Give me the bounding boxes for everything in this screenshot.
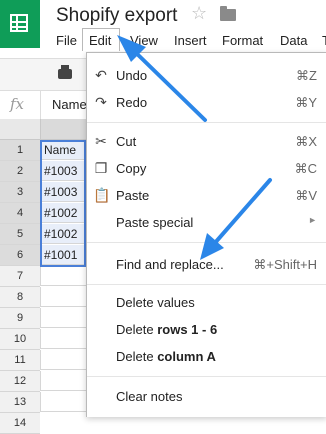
print-icon[interactable] [58,65,72,79]
menu-item-paste[interactable]: 📋 Paste ⌘V [87,183,326,207]
menu-divider [87,242,326,243]
row-header[interactable]: 11 [0,350,40,371]
redo-label: Redo [116,95,148,110]
row-header[interactable]: 7 [0,266,40,287]
menu-item-delete-rows[interactable]: Delete rows 1 - 6 [87,317,326,341]
cell-a11[interactable] [40,350,86,370]
menu-file[interactable]: File [56,33,77,48]
delete-rows-label: Delete rows 1 - 6 [116,322,217,337]
menu-item-copy[interactable]: ❐ Copy ⌘C [87,156,326,180]
cut-label: Cut [116,134,137,149]
select-all-corner[interactable] [0,119,40,140]
cell-a8[interactable] [40,287,86,307]
cell-a2[interactable]: #1003 [40,161,86,181]
redo-shortcut: ⌘Y [295,95,317,110]
cell-a7[interactable] [40,266,86,286]
delete-column-prefix: Delete [116,349,158,364]
redo-icon: ↷ [95,94,107,110]
paste-shortcut: ⌘V [295,188,317,203]
document-title[interactable]: Shopify export [56,5,177,27]
cell-a1[interactable]: Name [40,140,86,160]
row-header[interactable]: 9 [0,308,40,329]
cell-a9[interactable] [40,308,86,328]
menu-divider [87,122,326,123]
sheets-logo-icon[interactable] [0,0,40,48]
find-replace-label: Find and replace... [116,257,224,272]
paste-icon: 📋 [93,187,111,203]
sheets-logo-grid [10,14,28,32]
menu-item-delete-values[interactable]: Delete values [87,290,326,314]
row-header[interactable]: 14 [0,413,40,434]
star-icon[interactable]: ☆ [191,3,207,24]
row-header[interactable]: 12 [0,371,40,392]
column-header-a[interactable] [40,119,87,140]
menu-tools[interactable]: T [322,33,326,48]
cut-icon: ✂ [95,133,107,149]
submenu-arrow-icon: ► [308,215,317,225]
menu-view[interactable]: View [130,33,158,48]
copy-label: Copy [116,161,147,176]
find-replace-shortcut: ⌘+Shift+H [253,257,317,272]
clear-notes-label: Clear notes [116,389,183,404]
edit-menu-dropdown: ↶ Undo ⌘Z ↷ Redo ⌘Y ✂ Cut ⌘X ❐ Copy ⌘C 📋… [86,52,326,417]
delete-rows-range: rows 1 - 6 [157,322,218,337]
cell-a12[interactable] [40,371,86,391]
formula-input[interactable]: Name [52,97,87,112]
cell-a5[interactable]: #1002 [40,224,86,244]
row-header[interactable]: 8 [0,287,40,308]
menu-item-clear-notes[interactable]: Clear notes [87,384,326,408]
delete-column-label: Delete column A [116,349,216,364]
menu-divider [87,376,326,377]
menu-item-paste-special[interactable]: Paste special ► [87,210,326,234]
delete-column-target: column A [157,349,216,364]
menu-edit-label: Edit [89,33,112,48]
fx-divider [40,91,41,119]
menu-item-undo[interactable]: ↶ Undo ⌘Z [87,63,326,87]
menu-format[interactable]: Format [222,33,263,48]
undo-label: Undo [116,68,148,83]
row-header[interactable]: 13 [0,392,40,413]
cell-a4[interactable]: #1002 [40,203,86,223]
menu-data[interactable]: Data [280,33,307,48]
cell-a3[interactable]: #1003 [40,182,86,202]
delete-rows-prefix: Delete [116,322,158,337]
cell-a6[interactable]: #1001 [40,245,86,265]
undo-icon: ↶ [95,67,107,83]
copy-shortcut: ⌘C [294,161,317,176]
cell-a10[interactable] [40,329,86,349]
row-header[interactable]: 4 [0,203,40,224]
menu-edit[interactable]: Edit [82,28,120,51]
cut-shortcut: ⌘X [295,134,317,149]
delete-values-label: Delete values [116,295,195,310]
fx-icon: fx [10,95,25,113]
cell-a13[interactable] [40,392,86,412]
menu-item-redo[interactable]: ↷ Redo ⌘Y [87,90,326,114]
menu-divider [87,284,326,285]
row-header[interactable]: 10 [0,329,40,350]
row-header[interactable]: 6 [0,245,40,266]
copy-icon: ❐ [94,160,108,176]
menu-insert[interactable]: Insert [174,33,207,48]
menu-item-cut[interactable]: ✂ Cut ⌘X [87,129,326,153]
undo-shortcut: ⌘Z [296,68,317,83]
row-header[interactable]: 2 [0,161,40,182]
row-header[interactable]: 3 [0,182,40,203]
sheets-logo-line [16,16,18,30]
paste-label: Paste [116,188,150,203]
paste-special-label: Paste special [116,215,194,230]
row-header[interactable]: 1 [0,140,40,161]
row-header[interactable]: 5 [0,224,40,245]
menu-item-delete-column[interactable]: Delete column A [87,344,326,368]
menu-item-find-replace[interactable]: Find and replace... ⌘+Shift+H [87,252,326,276]
folder-icon[interactable] [220,6,236,21]
